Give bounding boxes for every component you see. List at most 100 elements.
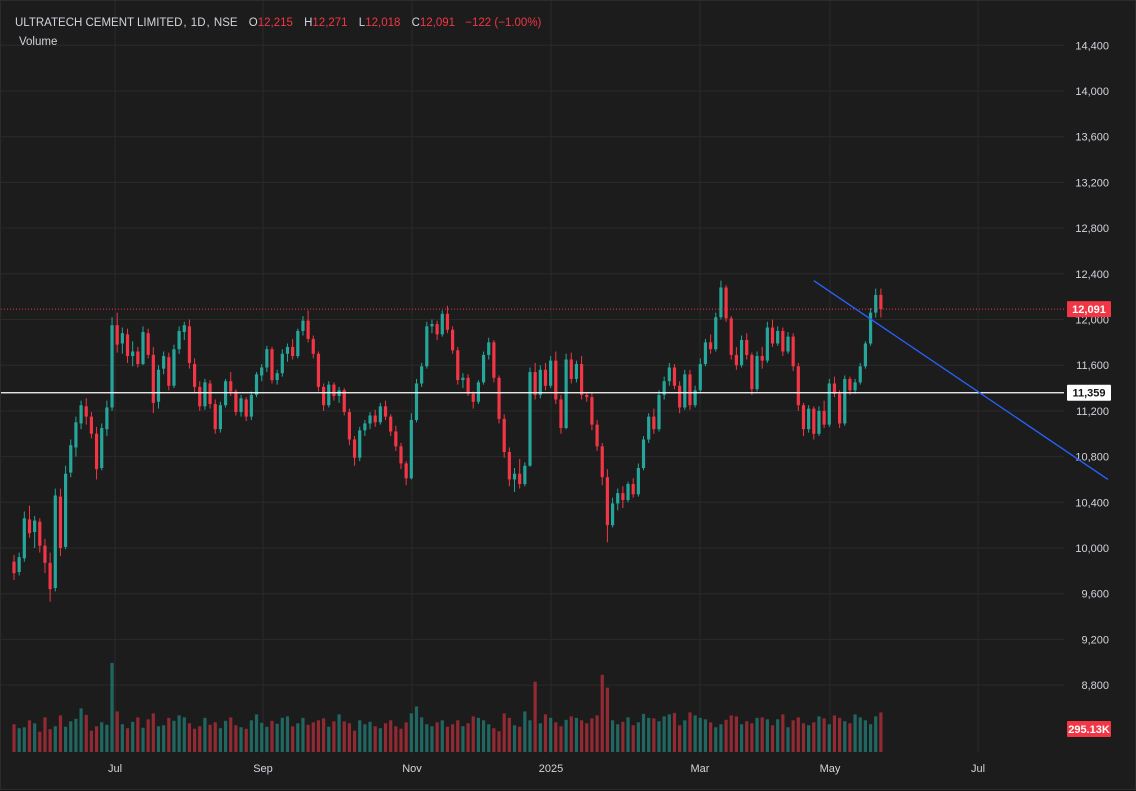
candle bbox=[182, 321, 186, 341]
candle-body bbox=[724, 287, 728, 319]
candle-body bbox=[502, 418, 506, 453]
candle-body bbox=[616, 493, 620, 504]
candle bbox=[425, 321, 429, 369]
candle-body bbox=[316, 353, 321, 387]
candle-body bbox=[843, 378, 847, 424]
volume-bar bbox=[301, 717, 305, 752]
volume-bar bbox=[678, 725, 682, 752]
volume-bar bbox=[487, 724, 491, 752]
candle bbox=[709, 334, 713, 354]
volume-bar bbox=[755, 717, 759, 752]
candle bbox=[363, 420, 367, 437]
open-value: 12,215 bbox=[257, 17, 293, 29]
candle bbox=[858, 362, 862, 385]
low-value: 12,018 bbox=[365, 17, 401, 29]
candle bbox=[33, 516, 37, 548]
volume-bar bbox=[714, 727, 718, 752]
candle bbox=[868, 308, 873, 346]
candle bbox=[38, 518, 42, 553]
candle-body bbox=[141, 332, 145, 365]
candle-body bbox=[672, 367, 677, 386]
candle-body bbox=[306, 320, 310, 339]
candle bbox=[285, 343, 290, 362]
candle bbox=[791, 333, 795, 371]
candle-body bbox=[291, 346, 295, 357]
volume-bar bbox=[79, 708, 83, 752]
symbol-name[interactable]: ULTRATECH CEMENT LIMITED bbox=[15, 17, 182, 29]
candle bbox=[389, 414, 393, 437]
candle bbox=[719, 280, 723, 320]
candle-body bbox=[636, 468, 640, 495]
candle bbox=[703, 338, 708, 367]
candle-body bbox=[17, 557, 21, 572]
volume-bar bbox=[626, 717, 630, 752]
candle-body bbox=[285, 346, 290, 354]
volume-bar bbox=[322, 718, 326, 752]
volume-indicator-label[interactable]: Volume bbox=[19, 36, 57, 48]
volume-bar bbox=[38, 731, 42, 752]
volume-bar bbox=[404, 722, 408, 752]
candle bbox=[600, 442, 604, 486]
candle bbox=[616, 488, 620, 511]
candlestick-chart[interactable]: 14,400 14,000 13,600 13,200 12,800 12,400 12,0… bbox=[1, 1, 1136, 791]
symbol-header: ULTRATECH CEMENT LIMITED, 1D, NSE O12,21… bbox=[15, 17, 542, 29]
candle-body bbox=[703, 342, 708, 365]
volume-bar bbox=[84, 714, 88, 752]
volume-bar bbox=[120, 724, 124, 752]
volume-bar bbox=[64, 726, 68, 752]
volume-bar bbox=[311, 722, 315, 752]
candle bbox=[172, 344, 176, 389]
candle-body bbox=[750, 354, 754, 390]
candle-body bbox=[425, 326, 429, 367]
candle bbox=[141, 326, 145, 366]
price-tick-label: 12,800 bbox=[1075, 223, 1109, 235]
volume-bar bbox=[564, 719, 568, 752]
interval[interactable]: 1D bbox=[191, 17, 206, 29]
candle-body bbox=[481, 354, 486, 383]
candle-body bbox=[574, 364, 579, 379]
candle bbox=[801, 402, 806, 437]
candle-body bbox=[487, 342, 491, 355]
candle bbox=[311, 335, 315, 359]
candle-body bbox=[786, 336, 790, 352]
candle-body bbox=[38, 521, 42, 546]
candle bbox=[218, 401, 222, 433]
volume-bar bbox=[605, 687, 609, 752]
volume-bar bbox=[218, 728, 222, 752]
candle bbox=[688, 369, 692, 410]
volume-bar bbox=[574, 717, 579, 752]
candle-body bbox=[53, 495, 57, 588]
candle-body bbox=[641, 439, 646, 469]
candle-body bbox=[549, 360, 553, 386]
volume-bar bbox=[296, 723, 300, 752]
volume-bar bbox=[776, 719, 780, 752]
volume-bar bbox=[239, 727, 243, 752]
candle-body bbox=[523, 465, 527, 485]
candle-body bbox=[275, 373, 279, 381]
candle bbox=[518, 458, 522, 489]
volume-bar bbox=[512, 725, 517, 752]
candle-body bbox=[796, 366, 800, 406]
volume-bar bbox=[585, 723, 589, 752]
volume-bar bbox=[198, 726, 202, 752]
candle-body bbox=[270, 349, 274, 381]
candle-body bbox=[776, 330, 780, 344]
candle-body bbox=[311, 338, 315, 354]
candle bbox=[409, 413, 413, 480]
candle bbox=[838, 390, 842, 429]
candle-body bbox=[347, 412, 351, 440]
volume-bar bbox=[33, 723, 37, 752]
candle-body bbox=[822, 410, 826, 425]
candle-body bbox=[260, 367, 264, 376]
candle-body bbox=[770, 327, 775, 344]
volume-bar bbox=[657, 721, 661, 752]
candle bbox=[492, 340, 496, 383]
volume-bar bbox=[363, 724, 367, 752]
candle bbox=[332, 382, 336, 401]
candle-body bbox=[58, 496, 63, 548]
candle-body bbox=[33, 520, 37, 533]
candle bbox=[512, 468, 517, 493]
candle bbox=[420, 362, 424, 387]
candle-body bbox=[719, 287, 723, 318]
close-key: C bbox=[411, 17, 420, 29]
